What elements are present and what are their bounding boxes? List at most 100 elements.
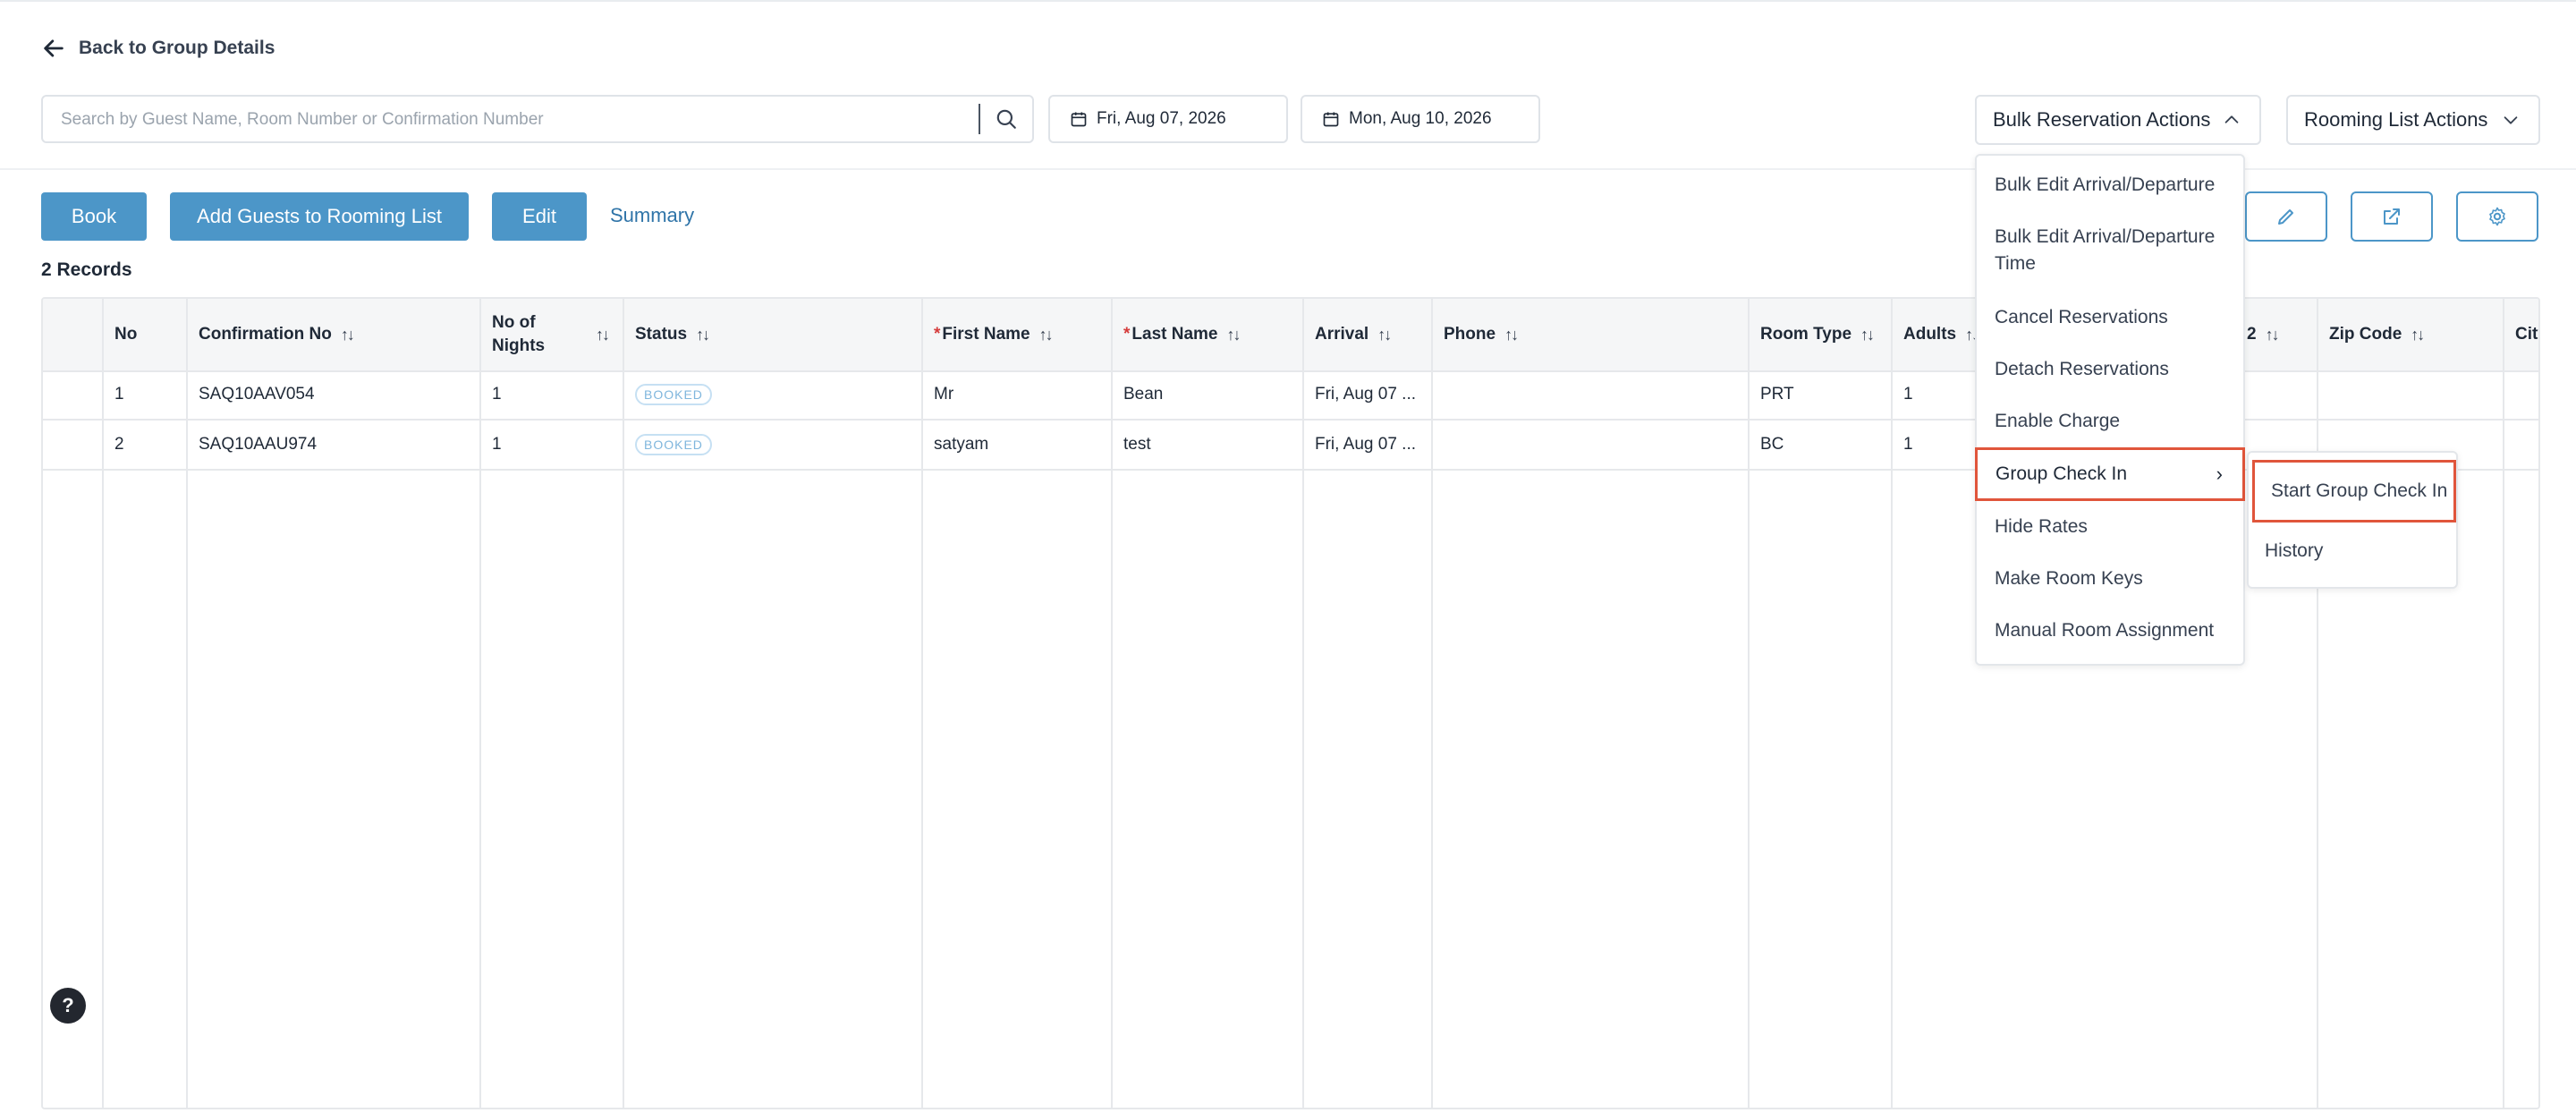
arrow-left-icon (44, 39, 64, 57)
top-border (0, 0, 2576, 2)
sort-icon[interactable]: ↑↓ (1377, 326, 1392, 344)
cell-phone (1431, 421, 1444, 469)
header-nights-line1: No of (492, 313, 536, 332)
header-confirmation-no[interactable]: Confirmation No ↑↓ (186, 299, 355, 370)
start-date-picker[interactable]: Fri, Aug 07, 2026 (1048, 95, 1288, 143)
sort-icon[interactable]: ↑↓ (1860, 326, 1875, 344)
header-phone[interactable]: Phone ↑↓ (1431, 299, 1519, 370)
sort-icon[interactable]: ↑↓ (1039, 326, 1054, 344)
required-asterisk: * (934, 325, 941, 344)
start-date-value: Fri, Aug 07, 2026 (1097, 109, 1226, 128)
back-to-group-details-link[interactable]: Back to Group Details (41, 32, 275, 64)
sort-icon[interactable]: ↑↓ (1504, 326, 1519, 344)
header-arrival-label: Arrival (1315, 325, 1369, 344)
back-link-label: Back to Group Details (79, 38, 275, 58)
header-first-name-label: * First Name (934, 325, 1030, 344)
sort-icon[interactable]: ↑↓ (341, 326, 355, 344)
sort-icon[interactable]: ↑↓ (1227, 326, 1241, 344)
search-divider (979, 104, 980, 134)
header-address2-label: 2 (2247, 325, 2257, 344)
group-check-in-submenu: Start Group Check In History (2247, 451, 2458, 589)
menu-item-enable-charge[interactable]: Enable Charge (1977, 408, 2243, 435)
header-zip-label: Zip Code (2329, 325, 2402, 344)
chevron-down-icon (2504, 116, 2518, 124)
bulk-reservation-actions-dropdown[interactable]: Bulk Reservation Actions (1975, 95, 2261, 145)
chevron-up-icon (2224, 115, 2239, 123)
search-input[interactable] (59, 97, 1011, 143)
menu-item-bulk-edit-arrival-departure[interactable]: Bulk Edit Arrival/Departure (1977, 172, 2243, 199)
cell-adults: 1 (1903, 385, 1913, 404)
cell-confirmation-no: SAQ10AAU974 (199, 435, 318, 454)
calendar-icon (1071, 112, 1087, 127)
header-adults[interactable]: Adults ↑↓ (1891, 299, 1979, 370)
menu-item-manual-room-assignment[interactable]: Manual Room Assignment (1977, 617, 2243, 644)
cell-status: BOOKED (623, 421, 712, 469)
header-zip-code[interactable]: Zip Code ↑↓ (2317, 299, 2425, 370)
sort-icon[interactable]: ↑↓ (2266, 326, 2280, 344)
menu-item-make-room-keys[interactable]: Make Room Keys (1977, 565, 2243, 592)
calendar-icon (1323, 112, 1339, 127)
cell-no: 2 (114, 435, 124, 454)
rooming-list-actions-dropdown[interactable]: Rooming List Actions (2286, 95, 2540, 145)
bulk-actions-label: Bulk Reservation Actions (1993, 108, 2211, 131)
header-nights-label: No of Nights (492, 311, 545, 358)
bulk-actions-menu: Bulk Edit Arrival/Departure Bulk Edit Ar… (1975, 154, 2245, 666)
header-arrival[interactable]: Arrival ↑↓ (1302, 299, 1392, 370)
menu-item-detach-reservations[interactable]: Detach Reservations (1977, 356, 2243, 383)
external-link-icon (2384, 208, 2400, 225)
sort-icon[interactable]: ↑↓ (596, 326, 610, 344)
group-check-in-label: Group Check In (1996, 463, 2128, 484)
rooming-actions-label: Rooming List Actions (2304, 108, 2488, 131)
cell-nights: 1 (492, 385, 502, 404)
cell-last-name: test (1123, 435, 1151, 454)
header-last-name-text: Last Name (1131, 325, 1218, 344)
menu-item-group-check-in[interactable]: Group Check In › (1975, 447, 2245, 501)
header-first-name-text: First Name (942, 325, 1030, 344)
menu-item-bulk-edit-time[interactable]: Bulk Edit Arrival/Departure Time (1977, 224, 2243, 277)
cell-arrival: Fri, Aug 07 ... (1315, 385, 1416, 404)
required-asterisk: * (1123, 325, 1131, 344)
header-room-type[interactable]: Room Type ↑↓ (1748, 299, 1875, 370)
header-nights-line2: Nights (492, 336, 546, 355)
header-last-name[interactable]: * Last Name ↑↓ (1111, 299, 1241, 370)
end-date-picker[interactable]: Mon, Aug 10, 2026 (1301, 95, 1540, 143)
export-button[interactable] (2351, 191, 2433, 242)
header-room-type-label: Room Type (1760, 325, 1852, 344)
menu-item-cancel-reservations[interactable]: Cancel Reservations (1977, 304, 2243, 331)
header-first-name[interactable]: * First Name ↑↓ (921, 299, 1054, 370)
status-badge: BOOKED (635, 434, 712, 455)
submenu-history[interactable]: History (2249, 531, 2323, 571)
search-box (41, 95, 1034, 143)
header-last-name-label: * Last Name (1123, 325, 1218, 344)
header-confirmation-label: Confirmation No (199, 325, 332, 344)
sort-icon[interactable]: ↑↓ (2411, 326, 2425, 344)
end-date-value: Mon, Aug 10, 2026 (1349, 109, 1492, 128)
cell-no: 1 (114, 385, 124, 404)
header-status[interactable]: Status ↑↓ (623, 299, 710, 370)
settings-button[interactable] (2456, 191, 2538, 242)
search-icon[interactable] (995, 107, 1018, 131)
cell-confirmation-no: SAQ10AAV054 (199, 385, 315, 404)
header-adults-label: Adults (1903, 325, 1957, 344)
sort-icon[interactable]: ↑↓ (696, 326, 710, 344)
header-no-of-nights[interactable]: No of Nights ↑↓ (479, 299, 623, 370)
chevron-right-icon: › (2216, 463, 2223, 485)
cell-room-type: PRT (1760, 385, 1794, 404)
header-status-label: Status (635, 325, 688, 344)
cell-nights: 1 (492, 435, 502, 454)
cell-first-name: satyam (934, 435, 989, 454)
book-button[interactable]: Book (41, 192, 147, 241)
add-guests-button[interactable]: Add Guests to Rooming List (170, 192, 469, 241)
help-button[interactable]: ? (50, 988, 86, 1024)
cell-status: BOOKED (623, 370, 712, 419)
summary-link[interactable]: Summary (610, 204, 694, 227)
cell-first-name: Mr (934, 385, 954, 404)
menu-item-hide-rates[interactable]: Hide Rates (1977, 514, 2243, 540)
edit-pencil-button[interactable] (2245, 191, 2327, 242)
cell-last-name: Bean (1123, 385, 1164, 404)
pencil-icon (2278, 209, 2293, 225)
cell-phone (1431, 370, 1444, 419)
submenu-start-group-check-in[interactable]: Start Group Check In (2252, 460, 2456, 523)
header-phone-label: Phone (1444, 325, 1496, 344)
edit-button[interactable]: Edit (492, 192, 587, 241)
